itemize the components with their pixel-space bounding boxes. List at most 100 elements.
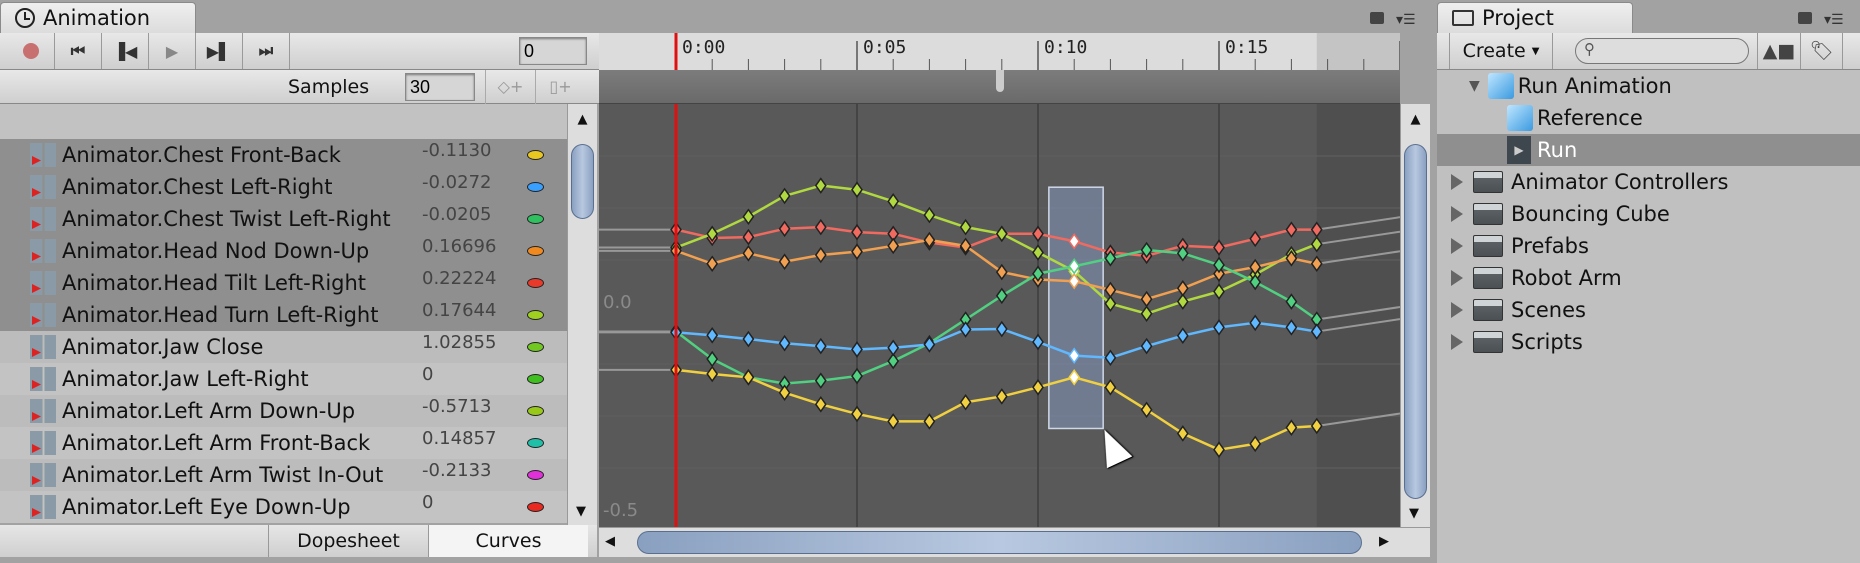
keyframe[interactable] — [1176, 279, 1189, 297]
expand-arrow-icon[interactable] — [1451, 334, 1463, 350]
next-key-button[interactable]: ▶▌ — [196, 33, 243, 69]
keyframe[interactable] — [1104, 379, 1117, 396]
keyframe[interactable] — [851, 341, 863, 358]
scroll-up-icon[interactable]: ▲ — [568, 112, 597, 127]
scroll-down-icon[interactable]: ▼ — [576, 504, 586, 519]
curve-horizontal-scrollbar[interactable]: ◀ ▶ — [599, 527, 1430, 557]
keyframe[interactable] — [778, 384, 791, 401]
filter-label-button[interactable]: 🏷 — [1800, 33, 1843, 69]
frame-input[interactable] — [519, 37, 587, 65]
property-row[interactable]: Animator.Left Arm Front-Back 0.14857 — [0, 427, 567, 459]
scroll-right-icon[interactable]: ▶ — [1379, 534, 1389, 549]
project-item[interactable]: Scripts — [1437, 326, 1860, 358]
property-value[interactable]: 0.14857 — [422, 428, 496, 449]
keyframe[interactable] — [742, 228, 755, 246]
scroll-thumb[interactable] — [1404, 144, 1427, 499]
keyframe[interactable] — [1176, 425, 1189, 442]
keyframe[interactable] — [814, 177, 827, 194]
curve-color-toggle[interactable] — [527, 342, 544, 352]
samples-input[interactable] — [405, 73, 475, 101]
keyframe[interactable] — [1140, 305, 1153, 322]
prev-key-button[interactable]: ▐◀ — [102, 33, 149, 69]
scroll-thumb[interactable] — [637, 531, 1362, 554]
property-row[interactable]: Animator.Chest Front-Back -0.1130 — [0, 139, 567, 171]
curve-vertical-scrollbar[interactable]: ▲ ▼ — [1400, 104, 1430, 527]
keyframe[interactable] — [742, 245, 755, 262]
property-value[interactable]: -0.5713 — [422, 396, 491, 417]
project-item[interactable]: ▶ Run — [1437, 134, 1860, 166]
keyframe[interactable] — [887, 193, 900, 210]
collapse-arrow-icon[interactable]: ▼ — [1469, 78, 1480, 94]
lock-icon[interactable] — [1798, 12, 1812, 24]
keyframe[interactable] — [814, 372, 827, 389]
keyframe[interactable] — [742, 330, 755, 348]
keyframe[interactable] — [959, 321, 972, 338]
curve-color-toggle[interactable] — [527, 246, 544, 256]
project-item[interactable]: Robot Arm — [1437, 262, 1860, 294]
property-value[interactable]: -0.2133 — [422, 460, 491, 481]
tab-animation[interactable]: Animation — [0, 2, 196, 33]
property-row[interactable]: Animator.Chest Left-Right -0.0272 — [0, 171, 567, 203]
property-value[interactable]: -0.0205 — [422, 204, 491, 225]
keyframe[interactable] — [1032, 333, 1044, 351]
keyframe[interactable] — [706, 327, 719, 344]
keyframe[interactable] — [995, 388, 1008, 405]
keyframe[interactable] — [959, 218, 972, 236]
keyframe[interactable] — [851, 405, 863, 423]
property-value[interactable]: 0.22224 — [422, 268, 496, 289]
curve-color-toggle[interactable] — [527, 406, 544, 416]
property-row[interactable]: Animator.Jaw Left-Right 0 — [0, 363, 567, 395]
keyframe[interactable] — [1213, 441, 1225, 458]
property-row[interactable]: Animator.Left Arm Down-Up -0.5713 — [0, 395, 567, 427]
event-track[interactable] — [599, 70, 1400, 104]
keyframe[interactable] — [1249, 230, 1262, 248]
curve-color-toggle[interactable] — [527, 214, 544, 224]
curve-color-toggle[interactable] — [527, 150, 544, 160]
expand-arrow-icon[interactable] — [1451, 174, 1463, 190]
curve-editor[interactable]: 0.5 0.0 -0.5 — [599, 104, 1400, 527]
property-row[interactable]: Animator.Head Nod Down-Up 0.16696 — [0, 235, 567, 267]
property-scrollbar[interactable]: ▲ ▼ — [567, 104, 597, 525]
property-row[interactable]: Animator.Head Tilt Left-Right 0.22224 — [0, 267, 567, 299]
expand-arrow-icon[interactable] — [1451, 302, 1463, 318]
keyframe[interactable] — [851, 181, 863, 198]
property-value[interactable]: 0.16696 — [422, 236, 496, 257]
keyframe[interactable] — [959, 393, 972, 411]
property-row[interactable]: Animator.Head Turn Left-Right 0.17644 — [0, 299, 567, 331]
expand-arrow-icon[interactable] — [1451, 206, 1463, 222]
property-value[interactable]: 1.02855 — [422, 332, 496, 353]
project-item[interactable]: Prefabs — [1437, 230, 1860, 262]
property-value[interactable]: 0.17644 — [422, 300, 496, 321]
curve-color-toggle[interactable] — [527, 278, 544, 288]
keyframe[interactable] — [851, 223, 863, 241]
keyframe[interactable] — [742, 208, 755, 226]
property-value[interactable]: -0.1130 — [422, 140, 491, 161]
curve-color-toggle[interactable] — [527, 310, 544, 320]
curve-color-toggle[interactable] — [527, 182, 544, 192]
keyframe[interactable] — [742, 369, 755, 386]
keyframe[interactable] — [851, 367, 863, 385]
property-row[interactable]: Animator.Jaw Close 1.02855 — [0, 331, 567, 363]
tab-curves[interactable]: Curves — [428, 525, 588, 557]
property-value[interactable]: -0.0272 — [422, 172, 491, 193]
keyframe[interactable] — [778, 253, 791, 270]
filter-type-button[interactable]: ▲■ — [1757, 33, 1800, 69]
project-item[interactable]: Reference — [1437, 102, 1860, 134]
create-button[interactable]: Create ▼ — [1449, 33, 1553, 69]
keyframe[interactable] — [814, 337, 827, 355]
keyframe[interactable] — [1032, 225, 1044, 243]
lock-icon[interactable] — [1370, 12, 1384, 24]
keyframe[interactable] — [1104, 349, 1117, 367]
menu-icon[interactable]: ▾☰ — [1824, 12, 1844, 28]
project-item[interactable]: Scenes — [1437, 294, 1860, 326]
add-event-button[interactable]: ▯+ — [535, 70, 585, 104]
scroll-left-icon[interactable]: ◀ — [605, 534, 615, 549]
keyframe[interactable] — [1249, 435, 1262, 453]
keyframe[interactable] — [1213, 283, 1225, 300]
keyframe[interactable] — [778, 334, 791, 352]
project-item[interactable]: Bouncing Cube — [1437, 198, 1860, 230]
property-value[interactable]: 0 — [422, 364, 433, 385]
keyframe[interactable] — [887, 237, 900, 255]
keyframe[interactable] — [1032, 244, 1044, 261]
add-keyframe-button[interactable]: ◇+ — [485, 70, 535, 104]
